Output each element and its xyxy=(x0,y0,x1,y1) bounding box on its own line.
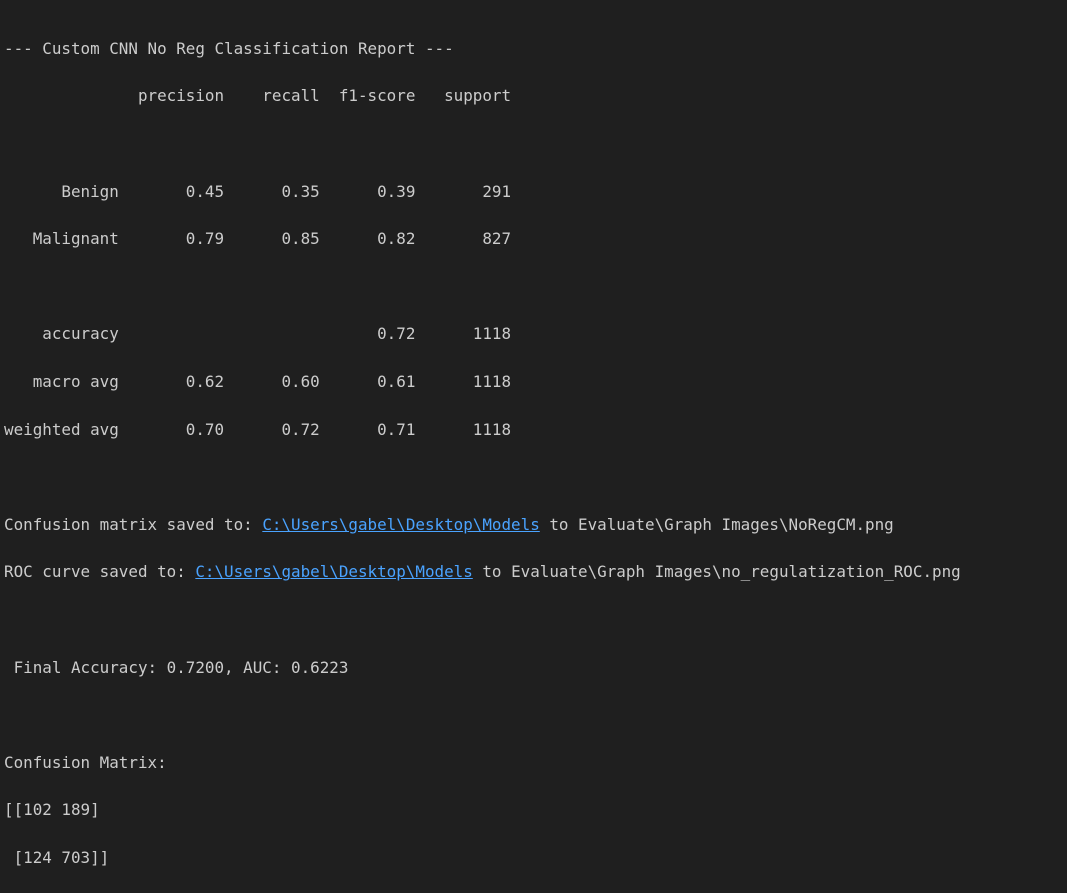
confusion-matrix-row-2: [124 703]] xyxy=(4,847,110,867)
report-row-accuracy: accuracy 0.72 1118 xyxy=(4,324,512,344)
report-row-benign: Benign 0.45 0.35 0.39 291 xyxy=(4,181,512,201)
report-column-headers: precision recall f1-score support xyxy=(4,86,512,106)
report-row-weighted-avg: weighted avg 0.70 0.72 0.71 1118 xyxy=(4,419,512,439)
confusion-matrix-title: Confusion Matrix: xyxy=(4,752,167,772)
confusion-saved-suffix: to Evaluate\Graph Images\NoRegCM.png xyxy=(539,514,894,534)
confusion-path-link[interactable]: C:\Users\gabel\Desktop\Models xyxy=(262,515,539,534)
roc-saved-line: ROC curve saved to: C:\Users\gabel\Deskt… xyxy=(4,560,961,584)
confusion-saved-prefix: Confusion matrix saved to: xyxy=(4,514,263,534)
confusion-saved-line: Confusion matrix saved to: C:\Users\gabe… xyxy=(4,513,961,537)
roc-path-link[interactable]: C:\Users\gabel\Desktop\Models xyxy=(195,562,472,581)
roc-saved-prefix: ROC curve saved to: xyxy=(4,562,196,582)
roc-saved-suffix: to Evaluate\Graph Images\no_regulatizati… xyxy=(472,562,961,582)
report-row-macro-avg: macro avg 0.62 0.60 0.61 1118 xyxy=(4,371,512,391)
terminal-output: --- Custom CNN No Reg Classification Rep… xyxy=(4,13,961,893)
final-accuracy-line: Final Accuracy: 0.7200, AUC: 0.6223 xyxy=(4,657,349,677)
report-header: --- Custom CNN No Reg Classification Rep… xyxy=(4,38,454,58)
report-row-malignant: Malignant 0.79 0.85 0.82 827 xyxy=(4,229,512,249)
confusion-matrix-row-1: [[102 189] xyxy=(4,800,100,820)
